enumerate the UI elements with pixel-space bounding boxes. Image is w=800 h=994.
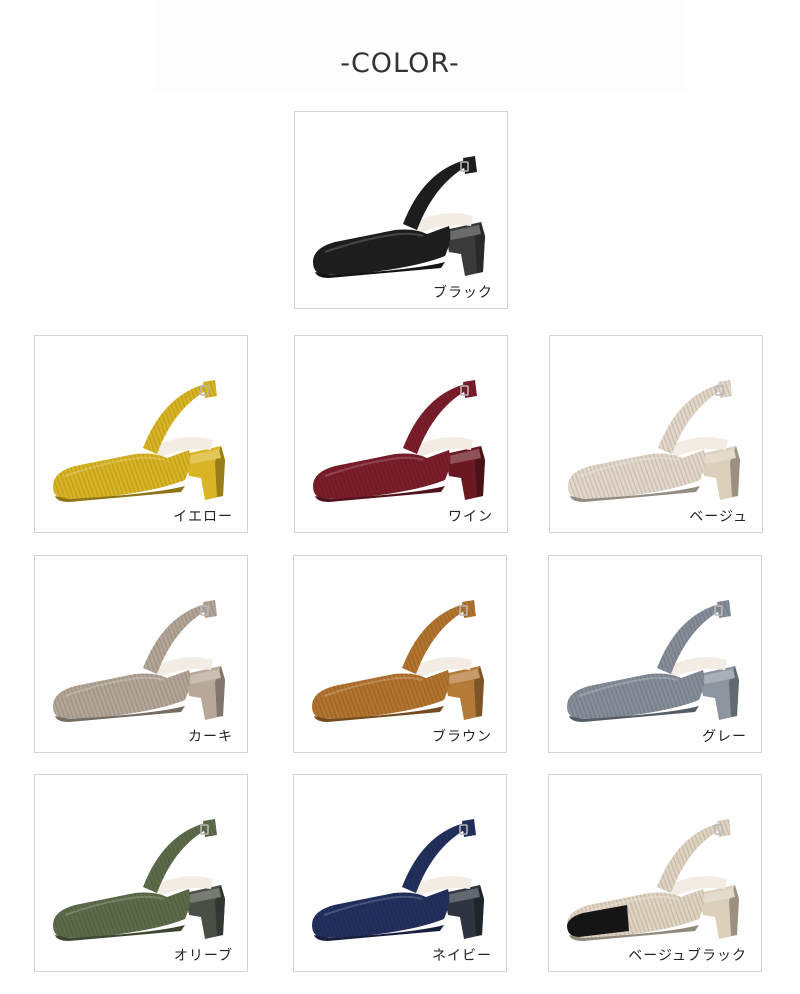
color-card: ネイビー: [293, 774, 507, 972]
shoe-image: [568, 380, 740, 502]
color-label: カーキ: [188, 729, 233, 745]
page-title: -COLOR-: [340, 48, 460, 79]
color-label: ベージュブラック: [628, 948, 747, 964]
color-card: ベージュ: [549, 335, 763, 533]
color-card: グレー: [548, 555, 762, 753]
color-label: ベージュ: [689, 509, 748, 525]
shoe-image: [312, 819, 484, 941]
color-card: イエロー: [34, 335, 248, 533]
color-label: オリーブ: [173, 948, 233, 964]
color-card: ワイン: [294, 335, 508, 533]
color-card: カーキ: [34, 555, 248, 753]
color-label: イエロー: [173, 509, 233, 525]
shoe-image: [313, 156, 485, 278]
color-label: グレー: [702, 729, 747, 745]
shoe-image: [53, 819, 225, 941]
color-label: ブラック: [433, 285, 493, 301]
color-label: ブラウン: [432, 729, 492, 745]
shoe-image: [53, 600, 225, 722]
color-label: ネイビー: [432, 948, 492, 964]
color-card: ブラウン: [293, 555, 507, 753]
color-card: ブラック: [294, 111, 508, 309]
color-card: オリーブ: [34, 774, 248, 972]
shoe-image: [53, 380, 225, 502]
color-card: ベージュブラック: [548, 774, 762, 972]
shoe-image: [313, 380, 485, 502]
shoe-image: [567, 819, 739, 941]
shoe-image: [567, 600, 739, 722]
shoe-image: [312, 600, 484, 722]
color-label: ワイン: [448, 509, 493, 525]
